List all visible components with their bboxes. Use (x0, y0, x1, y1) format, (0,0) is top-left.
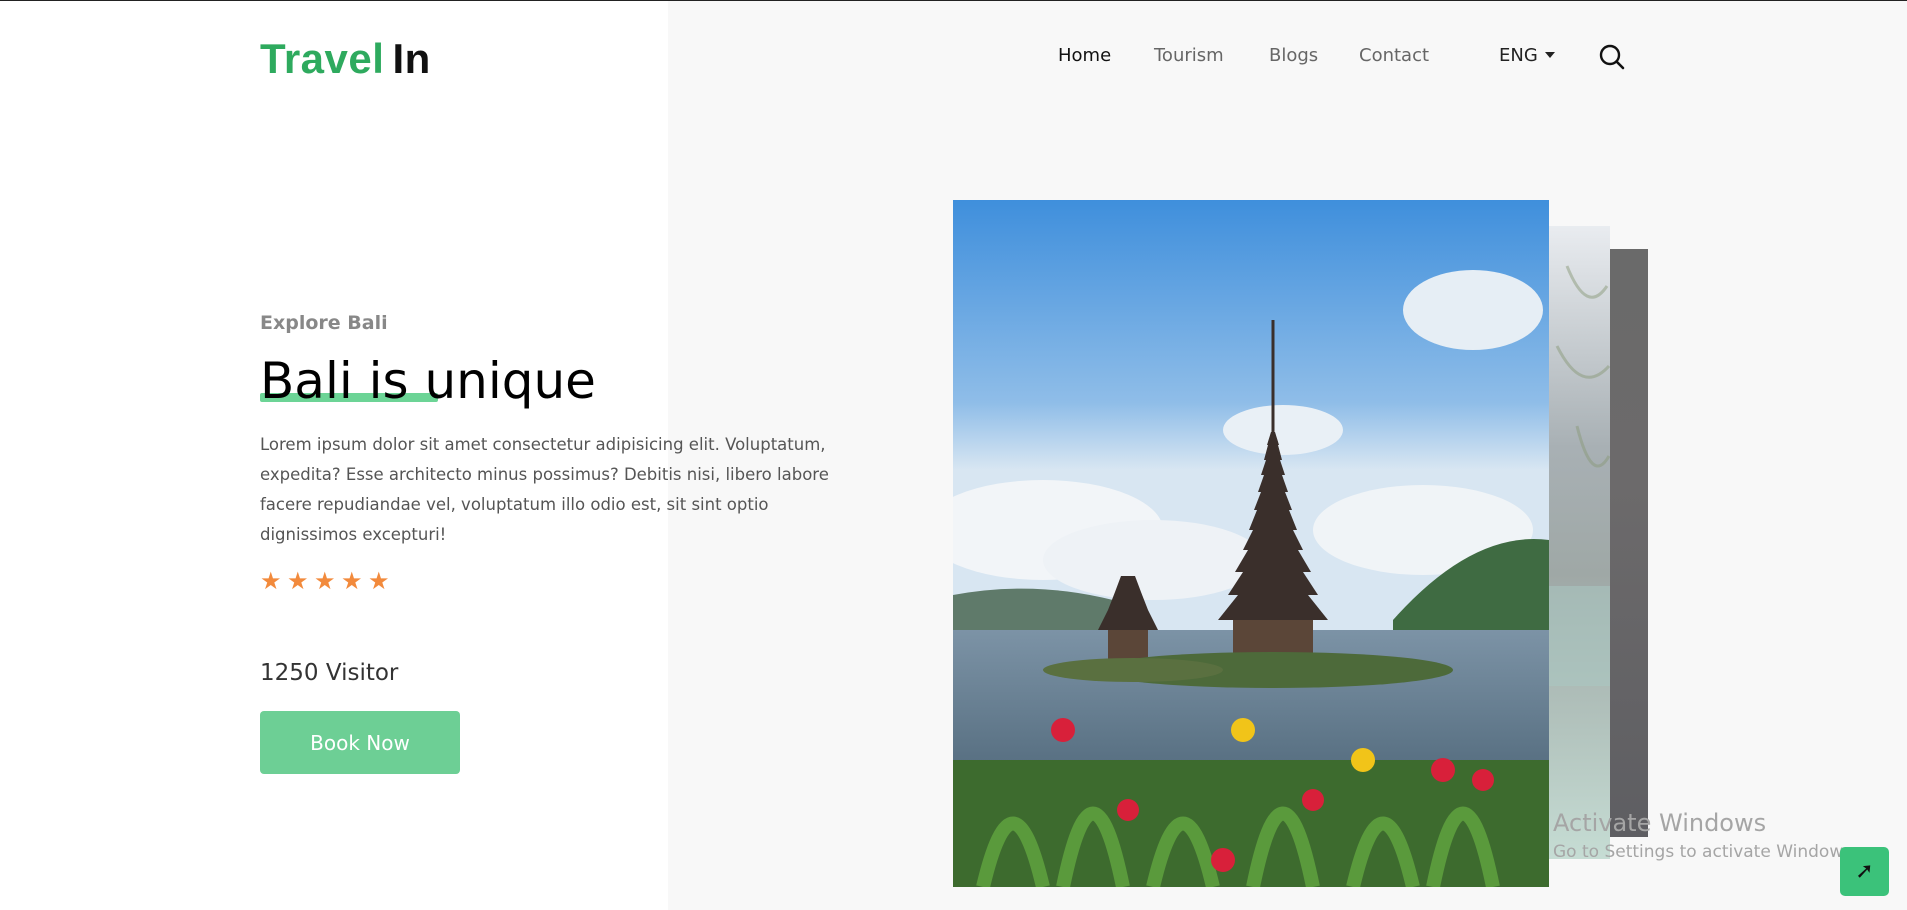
search-icon[interactable] (1598, 43, 1626, 71)
rating-stars: ★ ★ ★ ★ ★ (260, 567, 390, 595)
hero-description: Lorem ipsum dolor sit amet consectetur a… (260, 435, 829, 544)
language-dropdown[interactable]: ENG (1499, 45, 1555, 66)
activate-windows-sub: Go to Settings to activate Windows. (1553, 842, 1858, 862)
visitor-count: 1250 Visitor (260, 660, 399, 686)
language-label: ENG (1499, 45, 1538, 66)
temple-illustration (953, 200, 1549, 887)
nav-home[interactable]: Home (1058, 45, 1111, 66)
palm-leaves-graphic (1547, 265, 1611, 686)
hero-title-wrap: Bali is unique (260, 349, 596, 413)
brand-logo-part1: Travel (260, 35, 385, 82)
nav-contact[interactable]: Contact (1359, 45, 1429, 66)
brand-logo[interactable]: Travel In (260, 35, 431, 83)
star-icon: ★ (368, 567, 390, 595)
activate-windows-title: Activate Windows (1553, 809, 1767, 837)
hero-eyebrow: Explore Bali (260, 312, 388, 334)
gallery-card-middle[interactable] (1547, 226, 1611, 859)
caret-down-icon (1544, 51, 1555, 58)
arrow-up-icon: ➚ (1855, 859, 1874, 884)
gallery-card-back[interactable] (1608, 249, 1648, 837)
star-icon: ★ (260, 567, 282, 595)
star-icon: ★ (287, 567, 309, 595)
book-now-button[interactable]: Book Now (260, 711, 460, 774)
nav-blogs[interactable]: Blogs (1269, 45, 1318, 66)
nav-tourism[interactable]: Tourism (1154, 45, 1224, 66)
star-icon: ★ (314, 567, 336, 595)
bali-temple-photo[interactable] (953, 200, 1549, 887)
hero-title: Bali is unique (260, 352, 596, 410)
scroll-top-button[interactable]: ➚ (1840, 847, 1889, 896)
brand-logo-part2: In (392, 35, 431, 82)
star-icon: ★ (341, 567, 363, 595)
